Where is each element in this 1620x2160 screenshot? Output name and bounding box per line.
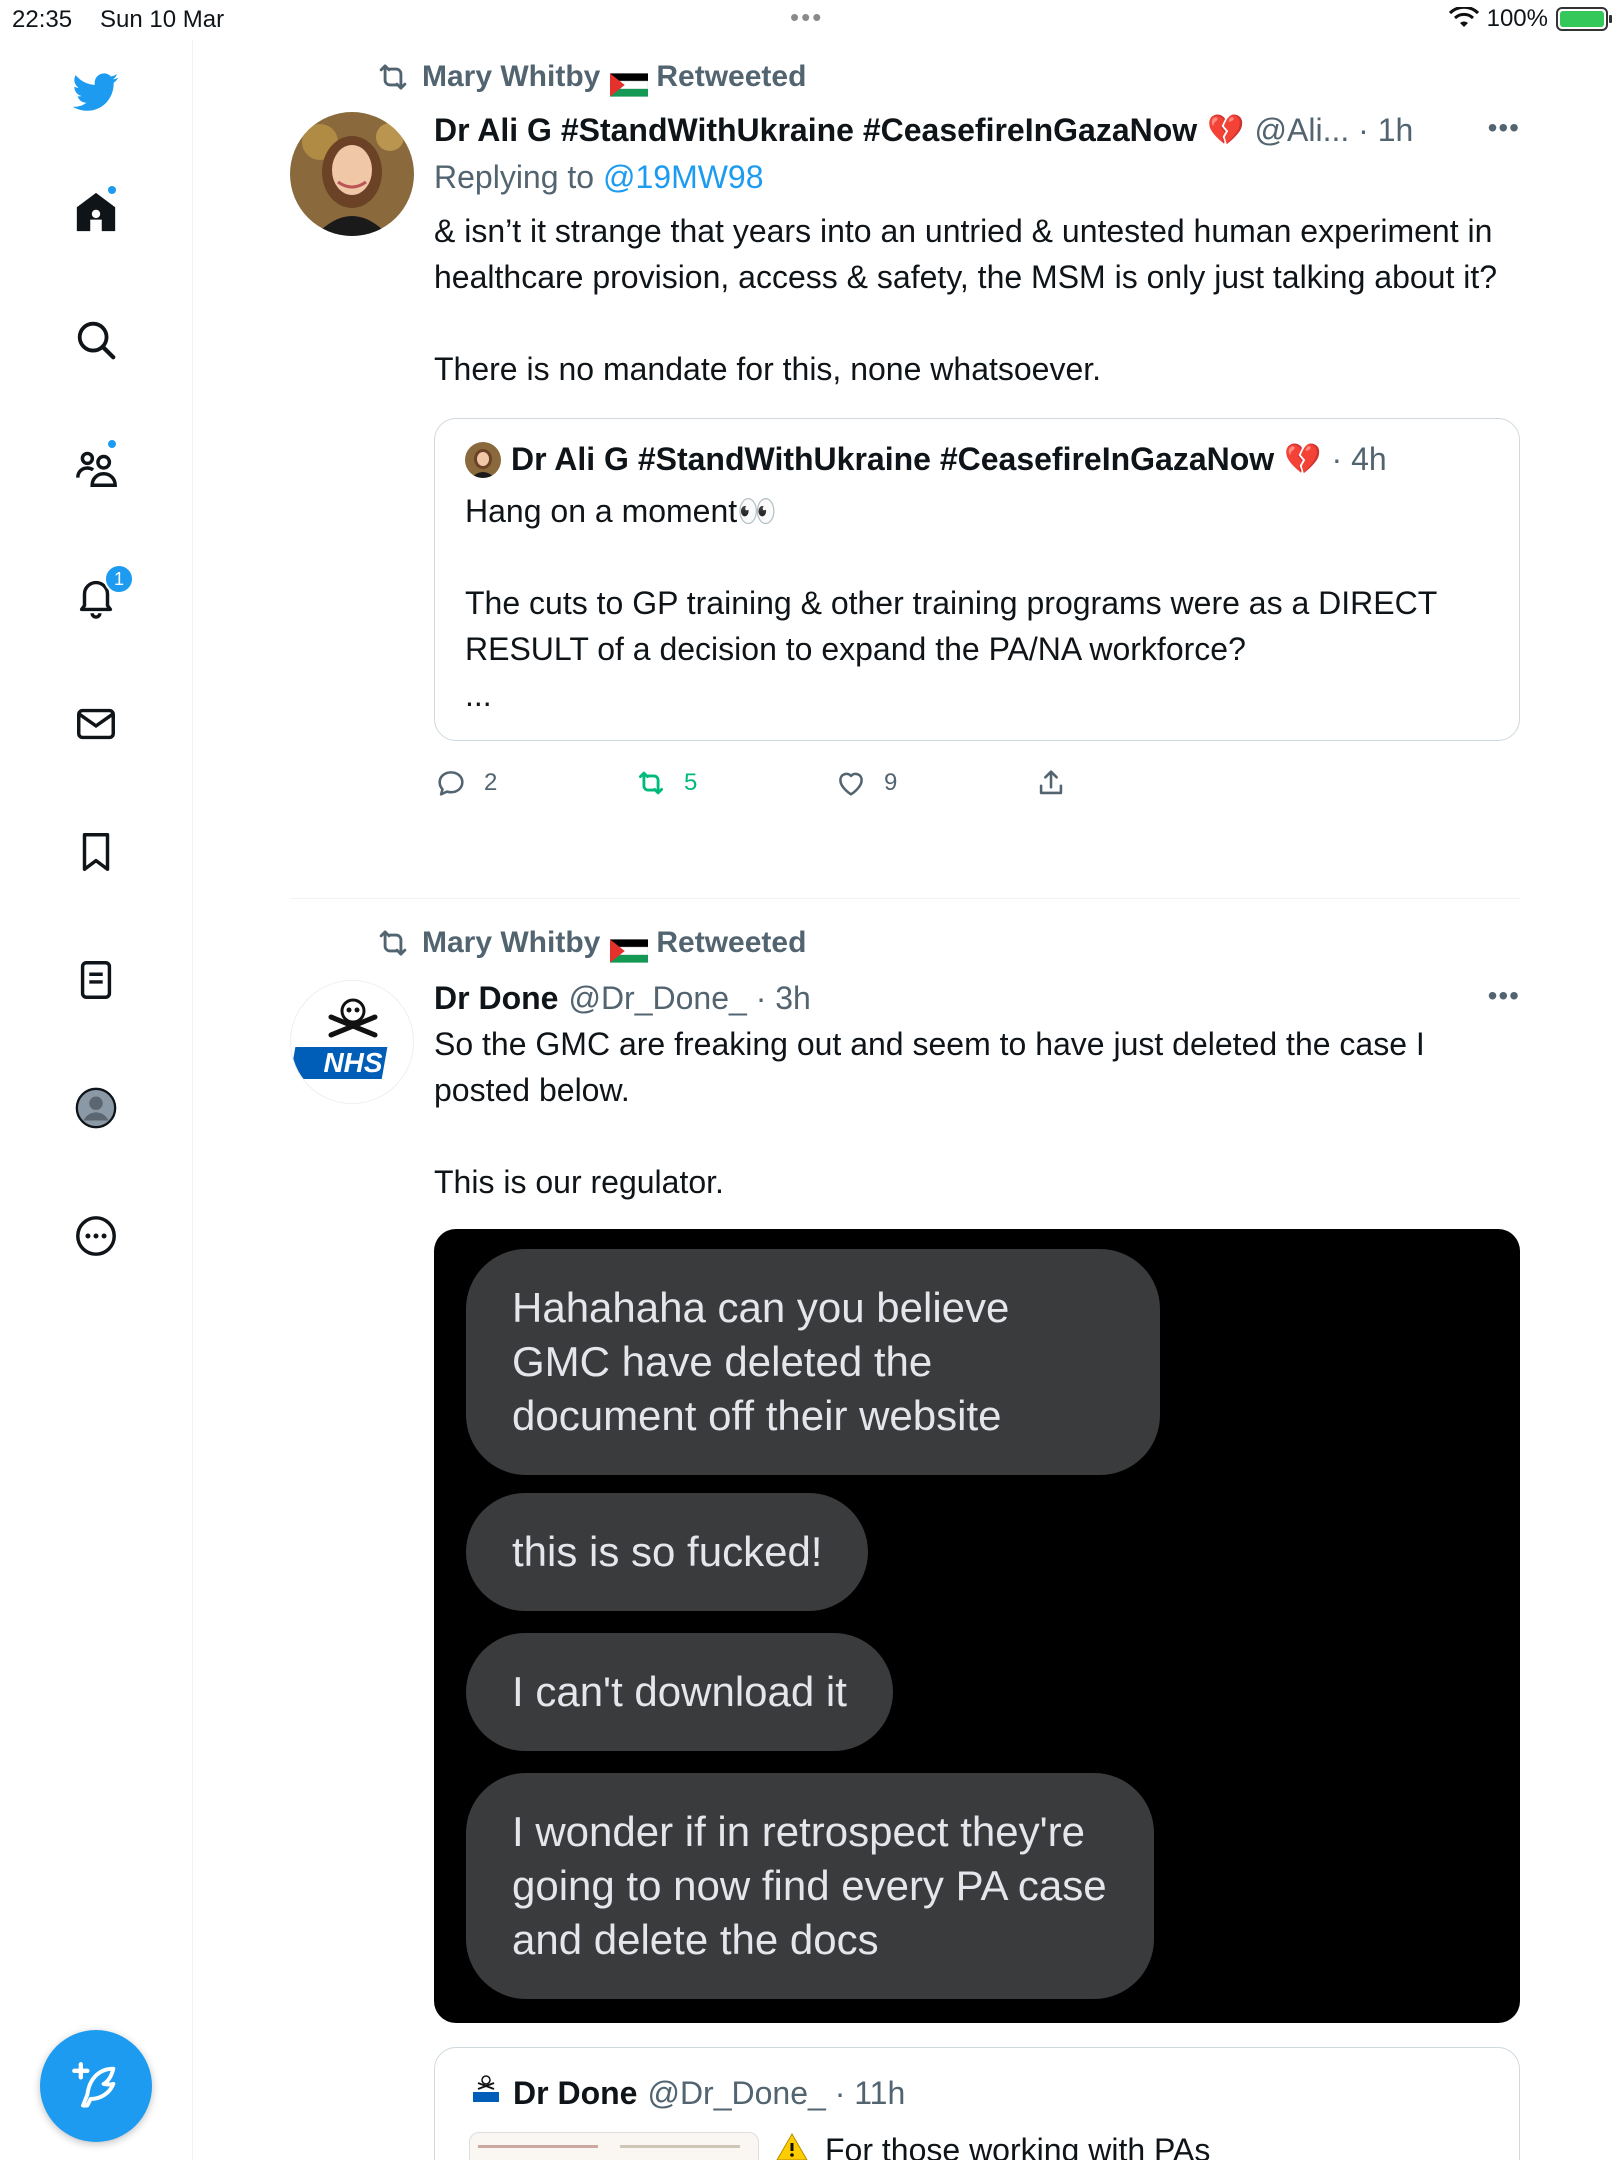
twitter-logo-icon[interactable]	[64, 60, 128, 124]
reply-prefix: Replying to	[434, 159, 595, 195]
envelope-icon	[77, 708, 115, 740]
tweet-more-icon[interactable]: •••	[1488, 112, 1520, 144]
home-nav[interactable]	[64, 180, 128, 244]
tweet-text: So the GMC are freaking out and seem to …	[434, 1026, 1425, 1200]
profile-nav[interactable]	[64, 1076, 128, 1140]
tweet-actions: 2 5 9	[434, 763, 1520, 803]
lists-nav[interactable]	[64, 948, 128, 1012]
quoted-handle-time: @Dr_Done_ · 11h	[647, 2074, 906, 2111]
quoted-tweet-header: Dr Ali G #StandWithUkraine #CeasefireInG…	[465, 441, 1489, 478]
broken-heart-icon: 💔	[1207, 114, 1245, 147]
more-circle-icon	[76, 1216, 116, 1256]
quoted-author-avatar	[465, 441, 501, 478]
retweet-icon	[379, 930, 407, 956]
reply-count: 2	[484, 769, 498, 796]
quoted-tweet-preview: For those working with PAs	[469, 2132, 1485, 2160]
feather-plus-icon	[72, 2062, 116, 2108]
multitask-dots[interactable]: •••	[790, 2, 823, 33]
bird-icon	[73, 73, 119, 111]
retweeter-name[interactable]: Mary Whitby	[422, 60, 600, 94]
more-nav[interactable]	[64, 1204, 128, 1268]
reply-context: Replying to @19MW98	[434, 159, 1520, 196]
broken-heart-icon: 💔	[1284, 443, 1322, 476]
tweet-header: Dr Ali G #StandWithUkraine #CeasefireInG…	[434, 112, 1520, 149]
quoted-tweet-header: Dr Done @Dr_Done_ · 11h	[469, 2072, 1485, 2114]
notifications-nav[interactable]: 1	[64, 564, 134, 628]
chat-bubble: I can't download it	[466, 1633, 893, 1751]
status-right: 100%	[1448, 5, 1612, 33]
reply-handle-link[interactable]: @19MW98	[603, 159, 764, 195]
quoted-tweet-text: For those working with PAs	[825, 2132, 1211, 2160]
home-unread-dot	[106, 184, 118, 196]
battery-icon	[1556, 7, 1612, 31]
retweet-context: Mary Whitby Retweeted	[374, 58, 807, 97]
communities-icon	[76, 451, 117, 487]
compose-tweet-button[interactable]	[40, 2030, 152, 2142]
reply-button[interactable]: 2	[434, 766, 634, 800]
tweet-more-icon[interactable]: •••	[1488, 980, 1520, 1012]
retweet-icon	[638, 771, 664, 795]
search-icon	[77, 321, 116, 360]
explore-nav[interactable]	[64, 308, 128, 372]
retweeted-label: Retweeted	[656, 60, 807, 93]
tweet-divider	[290, 898, 1520, 899]
author-name[interactable]: Dr Done	[434, 980, 558, 1017]
sidebar: 1	[0, 40, 193, 2160]
status-bar: 22:35 Sun 10 Mar ••• 100%	[0, 0, 1620, 40]
author-handle-time[interactable]: @Dr_Done_ · 3h	[568, 980, 810, 1017]
retweeted-label: Retweeted	[656, 926, 807, 959]
quoted-time: · 4h	[1331, 441, 1387, 477]
quoted-tweet[interactable]: Dr Done @Dr_Done_ · 11h For those workin…	[434, 2047, 1520, 2160]
share-icon	[1039, 770, 1063, 795]
retweet-icon	[379, 64, 407, 90]
heart-icon	[839, 772, 863, 796]
quoted-tweet[interactable]: Dr Ali G #StandWithUkraine #CeasefireInG…	[434, 418, 1520, 741]
author-avatar[interactable]	[290, 112, 414, 236]
chat-bubble: I wonder if in retrospect they're going …	[466, 1773, 1154, 1999]
battery-percent: 100%	[1486, 5, 1548, 32]
bookmarks-nav[interactable]	[64, 820, 128, 884]
warning-icon	[775, 2132, 809, 2160]
bookmark-icon	[82, 833, 110, 871]
document-thumbnail	[469, 2132, 759, 2160]
tweet-text: & isn’t it strange that years into an un…	[434, 213, 1498, 387]
author-name[interactable]: Dr Ali G #StandWithUkraine #CeasefireInG…	[434, 112, 1197, 149]
messages-nav[interactable]	[64, 692, 128, 756]
avatar-nhs-text: NHS	[323, 1047, 382, 1078]
quoted-author-avatar	[469, 2072, 503, 2114]
retweet-count: 5	[684, 769, 698, 796]
retweeter-name[interactable]: Mary Whitby	[422, 926, 600, 960]
retweet-context: Mary Whitby Retweeted	[374, 924, 807, 963]
tweet-content: Dr Ali G #StandWithUkraine #CeasefireInG…	[434, 112, 1520, 803]
timeline-feed: Mary Whitby Retweeted Dr Ali G #StandWit…	[194, 40, 1620, 2160]
profile-avatar-icon	[75, 1087, 117, 1129]
wifi-icon	[1448, 7, 1479, 27]
communities-nav[interactable]	[64, 436, 128, 500]
tweet-content: Dr Done @Dr_Done_ · 3h ••• So the GMC ar…	[434, 980, 1520, 2160]
retweet-button[interactable]: 5	[634, 766, 834, 800]
status-date: Sun 10 Mar	[100, 6, 225, 33]
quoted-author-name: Dr Ali G #StandWithUkraine #CeasefireInG…	[511, 441, 1275, 477]
status-time: 22:35	[12, 6, 73, 33]
palestine-flag-icon	[610, 66, 649, 97]
author-avatar[interactable]: NHS	[290, 980, 414, 1104]
palestine-flag-icon	[610, 932, 649, 963]
chat-bubble: Hahahaha can you believe GMC have delete…	[466, 1249, 1160, 1475]
notifications-badge: 1	[104, 564, 134, 594]
reply-icon	[438, 771, 464, 796]
tweet-media-image[interactable]: Hahahaha can you believe GMC have delete…	[434, 1229, 1520, 2023]
tweet-header: Dr Done @Dr_Done_ · 3h •••	[434, 980, 1520, 1017]
communities-unread-dot	[106, 438, 118, 450]
author-handle-time[interactable]: @Ali... · 1h	[1255, 112, 1414, 149]
chat-bubble: this is so fucked!	[466, 1493, 869, 1611]
quoted-author-name: Dr Done	[513, 2074, 638, 2111]
quoted-tweet-text: Hang on a moment👀 The cuts to GP trainin…	[465, 493, 1437, 713]
like-button[interactable]: 9	[834, 766, 1034, 800]
like-count: 9	[884, 769, 898, 796]
share-button[interactable]	[1034, 766, 1234, 800]
list-icon	[80, 961, 112, 999]
